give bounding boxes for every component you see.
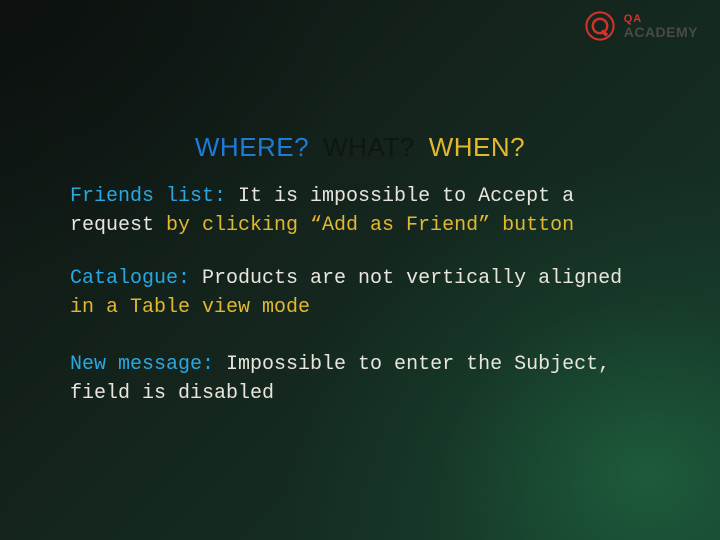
- heading: WHERE? WHAT? WHEN?: [0, 132, 720, 163]
- p2-location: Catalogue:: [70, 267, 190, 290]
- heading-when: WHEN?: [429, 132, 525, 162]
- paragraph-1: Friends list: It is impossible to Accept…: [70, 182, 650, 240]
- logo-text: QA ACADEMY: [624, 14, 698, 39]
- paragraph-3: New message: Impossible to enter the Sub…: [70, 350, 650, 408]
- p1-location: Friends list:: [70, 185, 226, 208]
- p3-location: New message:: [70, 353, 214, 376]
- heading-what: WHAT?: [323, 132, 415, 162]
- logo-academy: ACADEMY: [624, 25, 698, 39]
- paragraph-2: Catalogue: Products are not vertically a…: [70, 264, 650, 322]
- logo: QA ACADEMY: [584, 10, 698, 42]
- logo-icon: [584, 10, 616, 42]
- slide: QA ACADEMY WHERE? WHAT? WHEN? Friends list…: [0, 0, 720, 540]
- p1-action: by clicking “Add as Friend” button: [154, 214, 574, 237]
- p2-mid: Products are not vertically aligned: [190, 267, 622, 290]
- heading-where: WHERE?: [195, 132, 309, 162]
- p2-action: in a Table view mode: [70, 296, 310, 319]
- body: Friends list: It is impossible to Accept…: [70, 182, 650, 408]
- logo-qa: QA: [624, 14, 698, 25]
